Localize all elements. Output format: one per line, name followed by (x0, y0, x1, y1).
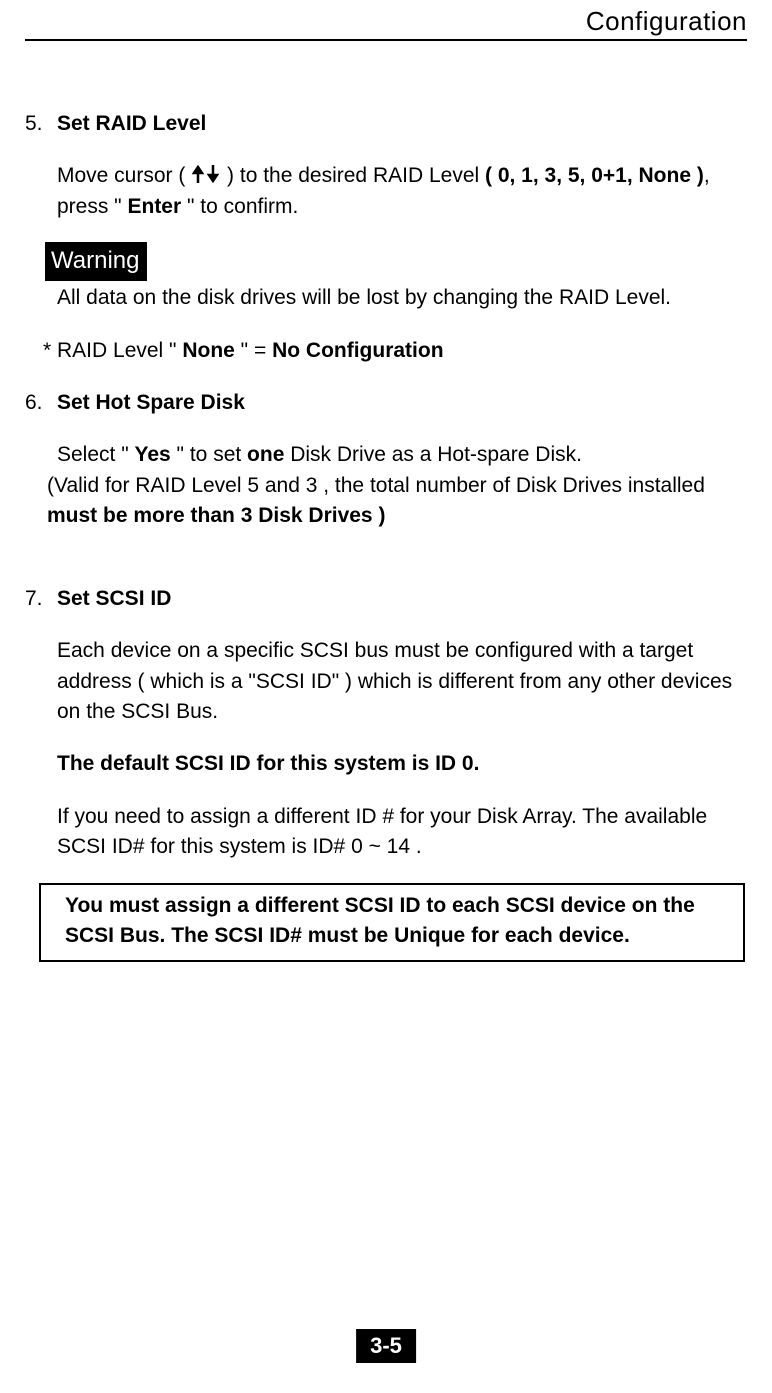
s5-text-b: ) to the desired RAID Level (221, 164, 485, 187)
step-5-number: 5. (25, 109, 57, 222)
scsi-id-note-box: You must assign a different SCSI ID to e… (39, 883, 745, 962)
s6-c: " to set (171, 443, 247, 466)
step-7-number: 7. (25, 584, 57, 863)
warning-text: All data on the disk drives will be lost… (49, 283, 747, 313)
warning-block: Warning All data on the disk drives will… (25, 242, 747, 313)
s6-p2b: must be more than 3 Disk Drives ) (47, 504, 385, 527)
warning-badge: Warning (45, 242, 147, 281)
step-6: 6. Set Hot Spare Disk Select " Yes " to … (25, 388, 747, 471)
s5-text-f: " to confirm. (181, 195, 298, 218)
step-7: 7. Set SCSI ID Each device on a specific… (25, 584, 747, 863)
none-a: * RAID Level " (43, 339, 182, 362)
step-6-p2: (Valid for RAID Level 5 and 3 , the tota… (25, 471, 747, 532)
header-title: Configuration (586, 6, 747, 36)
none-c: " = (235, 339, 272, 362)
raid-none-note: * RAID Level " None " = No Configuration (19, 336, 747, 366)
step-6-p1: Select " Yes " to set one Disk Drive as … (57, 440, 747, 470)
step-5: 5. Set RAID Level Move cursor ( ) to the… (25, 109, 747, 222)
s6-yes: Yes (135, 443, 171, 466)
s6-one: one (247, 443, 284, 466)
step-7-body: Set SCSI ID Each device on a specific SC… (57, 584, 747, 863)
none-b: None (182, 339, 235, 362)
up-down-arrows-icon (191, 163, 221, 185)
step-7-p2: The default SCSI ID for this system is I… (57, 749, 747, 779)
s5-text-a: Move cursor ( (57, 164, 191, 187)
page-number: 3-5 (356, 1329, 416, 1363)
step-5-paragraph: Move cursor ( ) to the desired RAID Leve… (57, 161, 747, 222)
step-7-title: Set SCSI ID (57, 587, 171, 610)
page-header: Configuration (25, 0, 747, 41)
s6-a: Select " (57, 443, 135, 466)
step-6-title: Set Hot Spare Disk (57, 391, 245, 414)
step-6-body: Set Hot Spare Disk Select " Yes " to set… (57, 388, 747, 471)
s5-raid-levels: ( 0, 1, 3, 5, 0+1, None ) (485, 164, 704, 187)
scsi-note-text: You must assign a different SCSI ID to e… (65, 894, 695, 947)
step-5-title: Set RAID Level (57, 112, 206, 135)
s6-p2a: (Valid for RAID Level 5 and 3 , the tota… (47, 474, 705, 497)
step-7-p3: If you need to assign a different ID # f… (57, 802, 747, 863)
s5-enter: Enter (127, 195, 181, 218)
step-6-number: 6. (25, 388, 57, 471)
s6-e: Disk Drive as a Hot-spare Disk. (284, 443, 582, 466)
step-7-p1: Each device on a specific SCSI bus must … (57, 636, 747, 727)
none-d: No Configuration (272, 339, 443, 362)
page-content: 5. Set RAID Level Move cursor ( ) to the… (25, 41, 747, 962)
step-5-body: Set RAID Level Move cursor ( ) to the de… (57, 109, 747, 222)
